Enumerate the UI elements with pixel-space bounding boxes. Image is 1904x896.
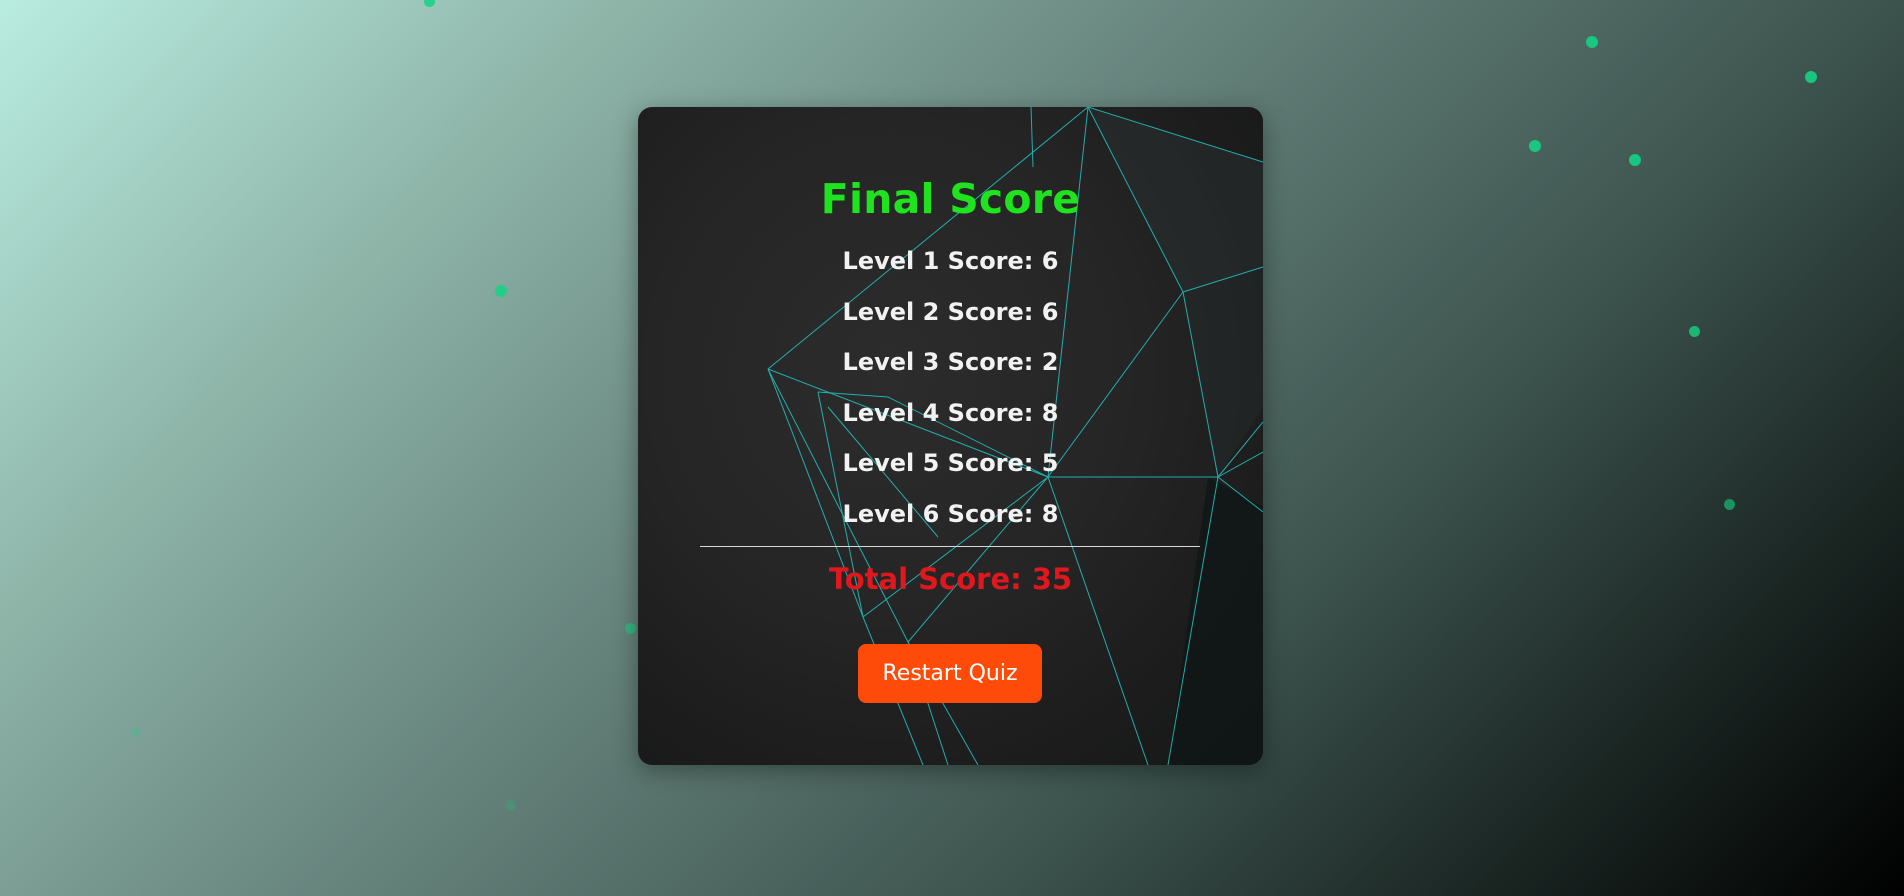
level-score-item: Level 5 Score: 5 xyxy=(842,449,1059,477)
particle-dot xyxy=(1724,499,1735,510)
final-score-title: Final Score xyxy=(820,175,1081,223)
level-score-item: Level 3 Score: 2 xyxy=(842,348,1059,376)
level-score-item: Level 1 Score: 6 xyxy=(842,247,1059,275)
score-divider xyxy=(700,546,1200,547)
particle-dot xyxy=(625,623,636,634)
particle-dot xyxy=(1629,154,1641,166)
particle-dot xyxy=(1805,71,1817,83)
particle-dot xyxy=(505,800,516,811)
particle-dot xyxy=(495,285,507,297)
final-score-card: Final Score Level 1 Score: 6 Level 2 Sco… xyxy=(638,107,1263,765)
score-panel: Final Score Level 1 Score: 6 Level 2 Sco… xyxy=(638,107,1263,765)
particle-dot xyxy=(1529,140,1541,152)
particle-dot xyxy=(131,727,141,737)
total-score: Total Score: 35 xyxy=(828,562,1073,596)
level-score-item: Level 6 Score: 8 xyxy=(842,499,1059,528)
level-score-item: Level 4 Score: 8 xyxy=(842,398,1059,427)
particle-dot xyxy=(1689,326,1700,337)
particle-dot xyxy=(1586,36,1598,48)
particle-dot xyxy=(424,0,435,7)
restart-quiz-button[interactable]: Restart Quiz xyxy=(858,644,1042,703)
level-score-list: Level 1 Score: 6 Level 2 Score: 6 Level … xyxy=(638,243,1263,546)
level-score-item: Level 2 Score: 6 xyxy=(842,297,1059,326)
